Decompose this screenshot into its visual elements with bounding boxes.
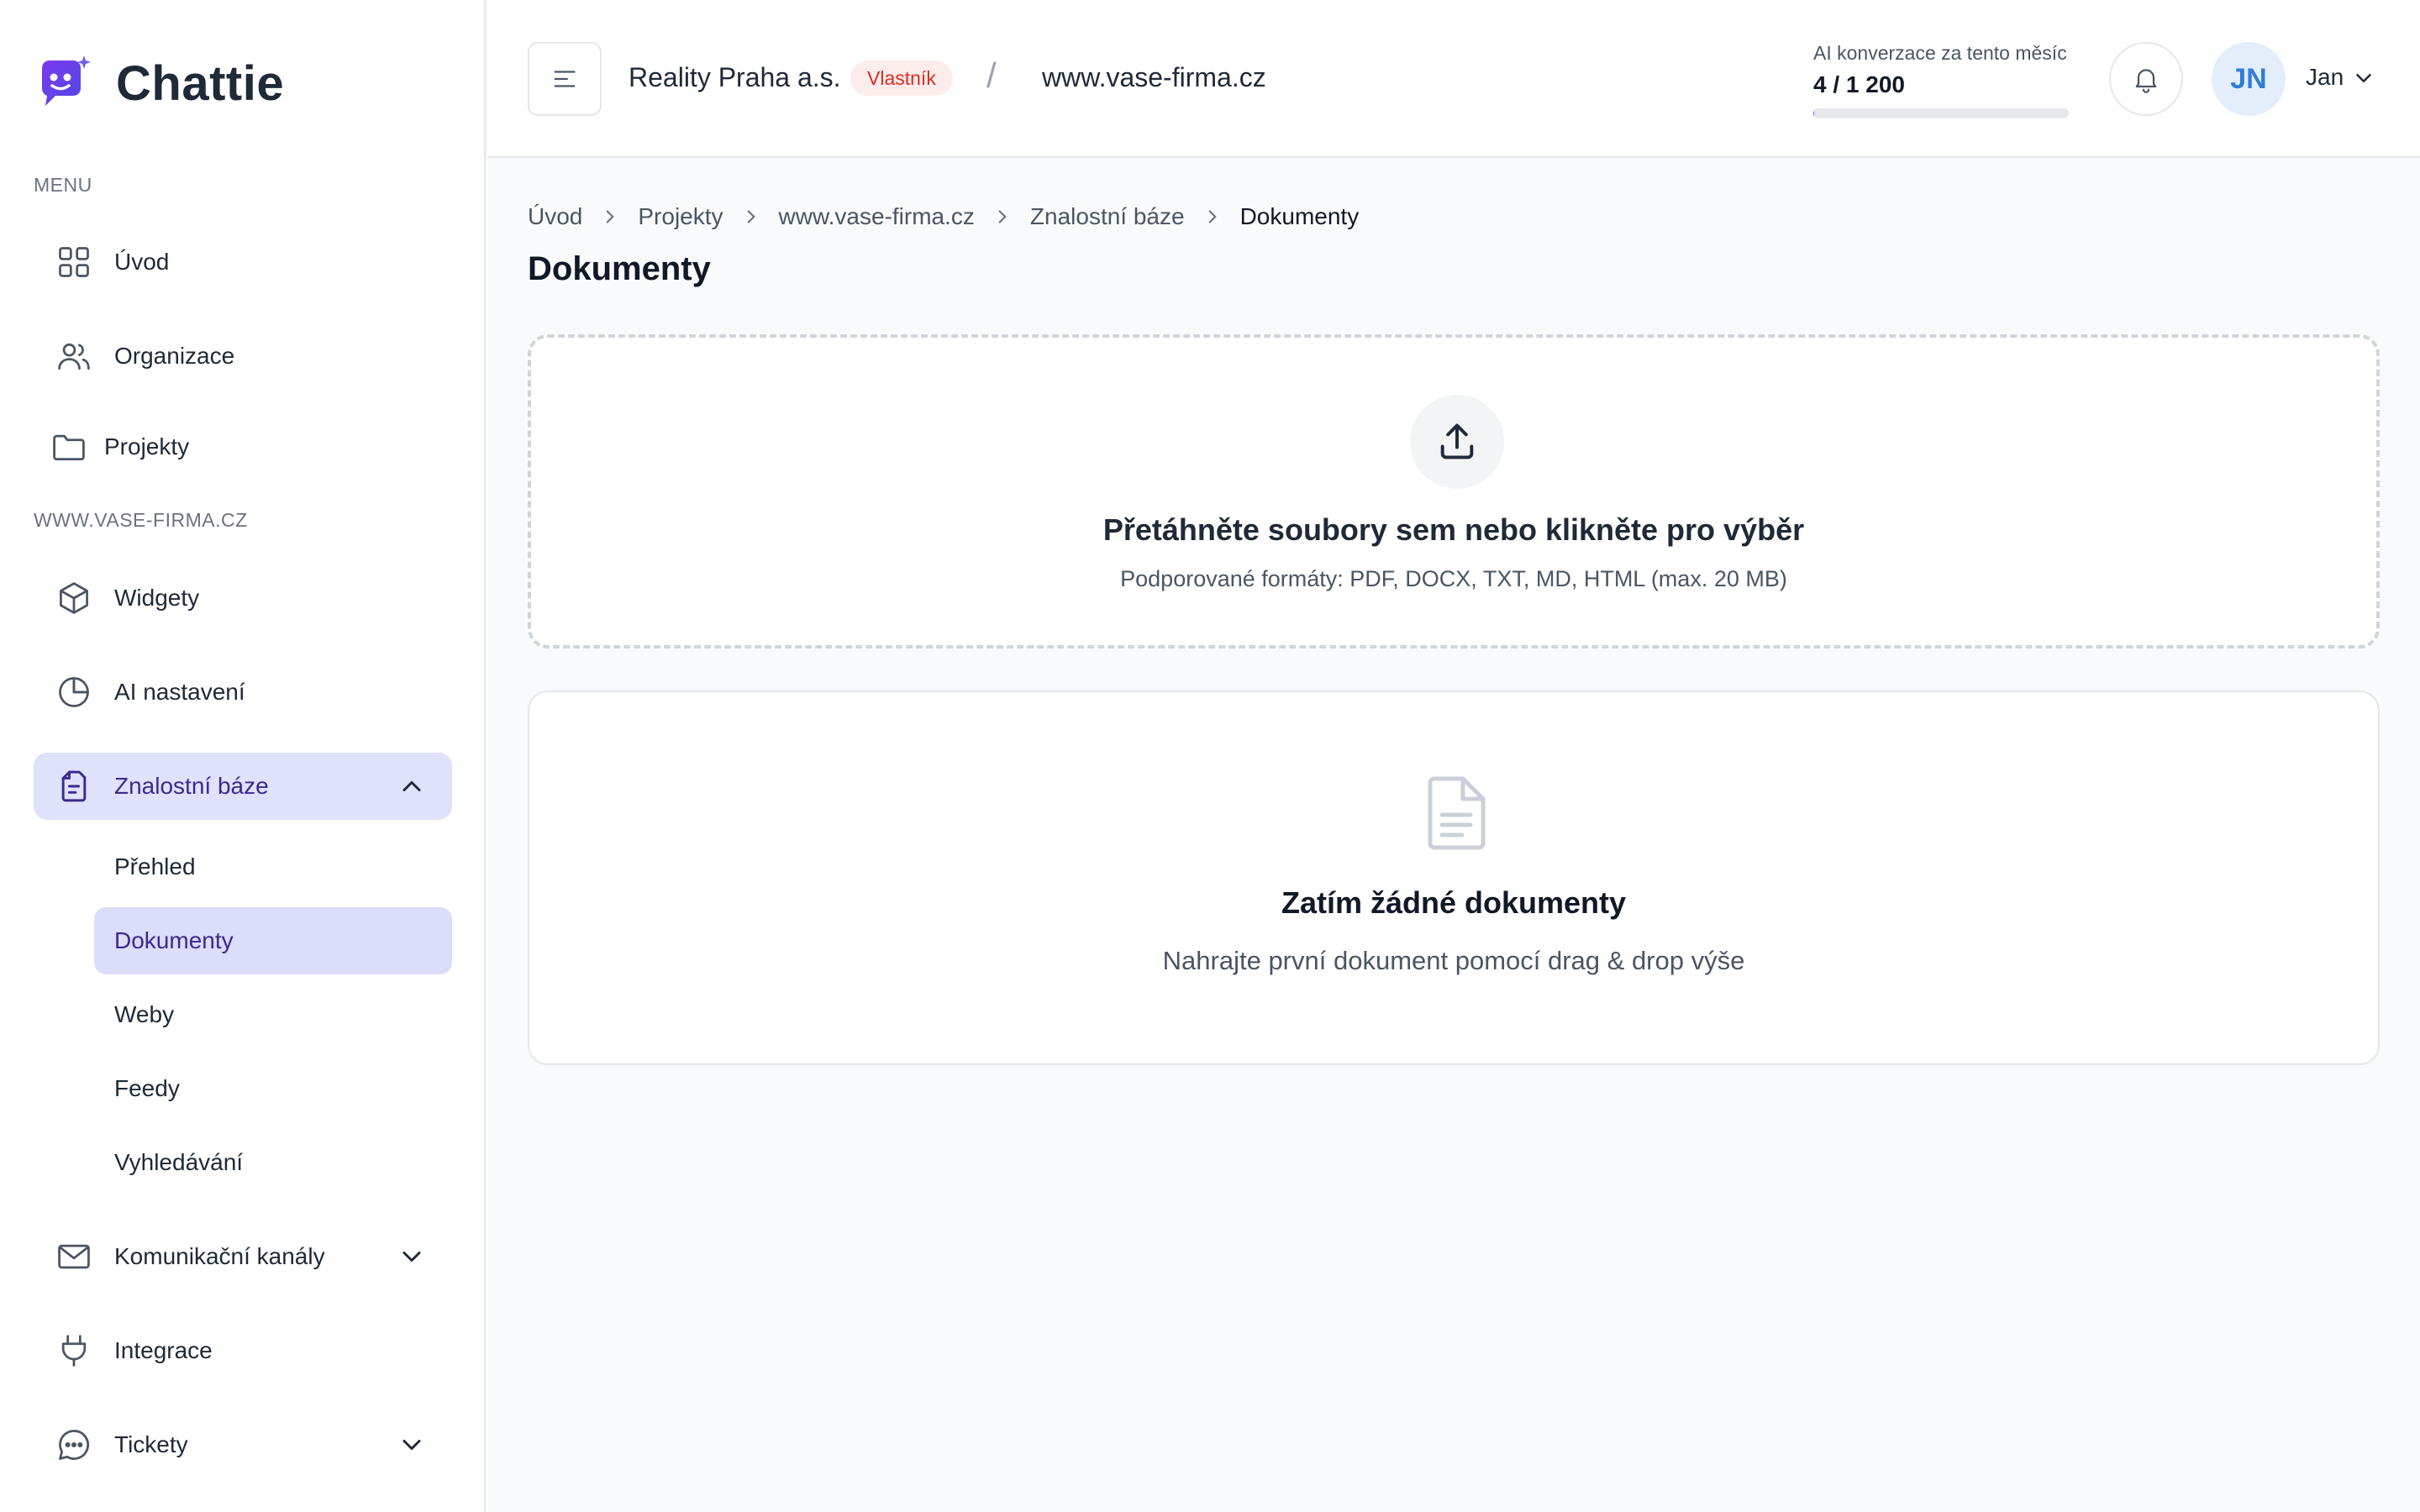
- upload-icon: [1440, 423, 1474, 459]
- chevron-right-icon: [607, 210, 614, 223]
- chevron-right-icon: [1208, 210, 1216, 223]
- sidebar-item-label: Úvod: [114, 249, 170, 275]
- chevron-down-icon[interactable]: [2351, 66, 2376, 91]
- usage-value: 4 / 1 200: [1813, 71, 1905, 97]
- role-badge: Vlastník: [850, 60, 953, 96]
- users-icon: [55, 338, 92, 375]
- sidebar-item-tickets[interactable]: Tickety: [34, 1411, 452, 1478]
- sidebar-item-channels[interactable]: Komunikační kanály: [34, 1223, 452, 1290]
- usage-progress-bar: [1813, 108, 2069, 118]
- breadcrumb: Úvod Projekty www.vase-firma.cz Znalostn…: [528, 203, 1359, 230]
- user-avatar[interactable]: JN: [2212, 42, 2286, 116]
- cube-icon: [55, 580, 92, 617]
- menu-toggle-button[interactable]: [528, 42, 602, 116]
- page-title: Dokumenty: [528, 250, 711, 287]
- pie-chart-icon: [55, 674, 92, 711]
- document-icon: [55, 768, 92, 805]
- user-name[interactable]: Jan: [2306, 64, 2344, 91]
- sidebar-item-label: Tickety: [114, 1431, 188, 1457]
- chevron-right-icon: [998, 210, 1007, 223]
- empty-state-subtitle: Nahrajte první dokument pomocí drag & dr…: [1162, 946, 1745, 975]
- ai-usage-meter: AI konverzace za tento měsíc 4 / 1 200: [1813, 42, 2070, 118]
- sidebar-subitem-feeds[interactable]: Feedy: [94, 1055, 452, 1122]
- menu-section-label: MENU: [34, 174, 92, 196]
- chat-bubble-logo-icon: [34, 54, 92, 113]
- breadcrumb-item-projects[interactable]: Projekty: [638, 203, 723, 230]
- usage-progress-fill: [1813, 108, 1814, 118]
- breadcrumb-item-domain[interactable]: www.vase-firma.cz: [779, 203, 975, 230]
- sidebar-subitem-label: Přehled: [114, 853, 196, 879]
- chat-bubble-icon: [55, 1426, 92, 1463]
- sidebar-item-organization[interactable]: Organizace: [34, 323, 452, 390]
- dropzone-formats: Podporované formáty: PDF, DOCX, TXT, MD,…: [1120, 566, 1787, 591]
- sidebar-subitem-documents[interactable]: Dokumenty: [94, 907, 452, 974]
- hamburger-menu-icon: [554, 71, 576, 87]
- sidebar-item-label: Komunikační kanály: [114, 1243, 325, 1269]
- notifications-button[interactable]: [2109, 42, 2183, 116]
- sidebar-item-home[interactable]: Úvod: [34, 228, 452, 296]
- project-domain[interactable]: www.vase-firma.cz: [1042, 62, 1266, 93]
- sidebar-subitem-label: Feedy: [114, 1075, 180, 1101]
- sidebar: Chattie MENU Úvod Organizace Projekty WW…: [0, 0, 486, 1512]
- sidebar-subitem-webs[interactable]: Weby: [94, 981, 452, 1048]
- chevron-up-icon[interactable]: [397, 771, 427, 801]
- bell-icon: [2135, 69, 2157, 93]
- empty-state-title: Zatím žádné dokumenty: [1281, 885, 1627, 920]
- file-document-icon: [1428, 776, 1486, 850]
- app-logo[interactable]: Chattie: [34, 54, 284, 113]
- sidebar-item-label: Projekty: [104, 433, 190, 459]
- sidebar-item-label: Organizace: [114, 343, 235, 369]
- sidebar-item-label: AI nastavení: [114, 679, 245, 705]
- project-section-label: WWW.VASE-FIRMA.CZ: [34, 509, 248, 531]
- sidebar-item-ai-settings[interactable]: AI nastavení: [34, 659, 452, 726]
- sidebar-item-projects[interactable]: Projekty: [34, 413, 452, 480]
- sidebar-item-integrations[interactable]: Integrace: [34, 1317, 452, 1384]
- mail-icon: [55, 1238, 92, 1275]
- file-dropzone[interactable]: Přetáhněte soubory sem nebo klikněte pro…: [528, 334, 2380, 648]
- sidebar-item-knowledge-base[interactable]: Znalostní báze: [34, 753, 452, 820]
- top-header: Reality Praha a.s. Vlastník / www.vase-f…: [487, 0, 2420, 158]
- documents-empty-state: Zatím žádné dokumenty Nahrajte první dok…: [528, 690, 2380, 1065]
- sidebar-item-label: Integrace: [114, 1337, 213, 1363]
- sidebar-subitem-overview[interactable]: Přehled: [94, 833, 452, 900]
- chevron-down-icon[interactable]: [397, 1242, 427, 1272]
- app-name: Chattie: [116, 55, 285, 111]
- sidebar-item-label: Widgety: [114, 585, 200, 611]
- sidebar-subitem-label: Dokumenty: [114, 927, 234, 953]
- upload-icon-container: [1410, 395, 1504, 489]
- sidebar-subitem-label: Weby: [114, 1001, 175, 1027]
- breadcrumb-item-current: Dokumenty: [1239, 203, 1360, 229]
- usage-label: AI konverzace za tento měsíc: [1813, 42, 2067, 64]
- sidebar-subitem-search[interactable]: Vyhledávání: [94, 1129, 452, 1196]
- chevron-right-icon: [747, 210, 755, 223]
- sidebar-item-widgets[interactable]: Widgety: [34, 564, 452, 632]
- grid-icon: [55, 244, 92, 281]
- plug-icon: [55, 1332, 92, 1369]
- breadcrumb-item-knowledge-base[interactable]: Znalostní báze: [1030, 203, 1185, 230]
- breadcrumb-item-home[interactable]: Úvod: [528, 203, 582, 230]
- header-separator: /: [986, 55, 997, 95]
- folder-icon: [50, 428, 87, 465]
- chevron-down-icon[interactable]: [397, 1430, 427, 1460]
- organization-name[interactable]: Reality Praha a.s.: [629, 62, 841, 93]
- dropzone-title: Přetáhněte soubory sem nebo klikněte pro…: [1102, 512, 1805, 547]
- sidebar-subitem-label: Vyhledávání: [114, 1149, 244, 1175]
- sidebar-item-label: Znalostní báze: [114, 773, 269, 799]
